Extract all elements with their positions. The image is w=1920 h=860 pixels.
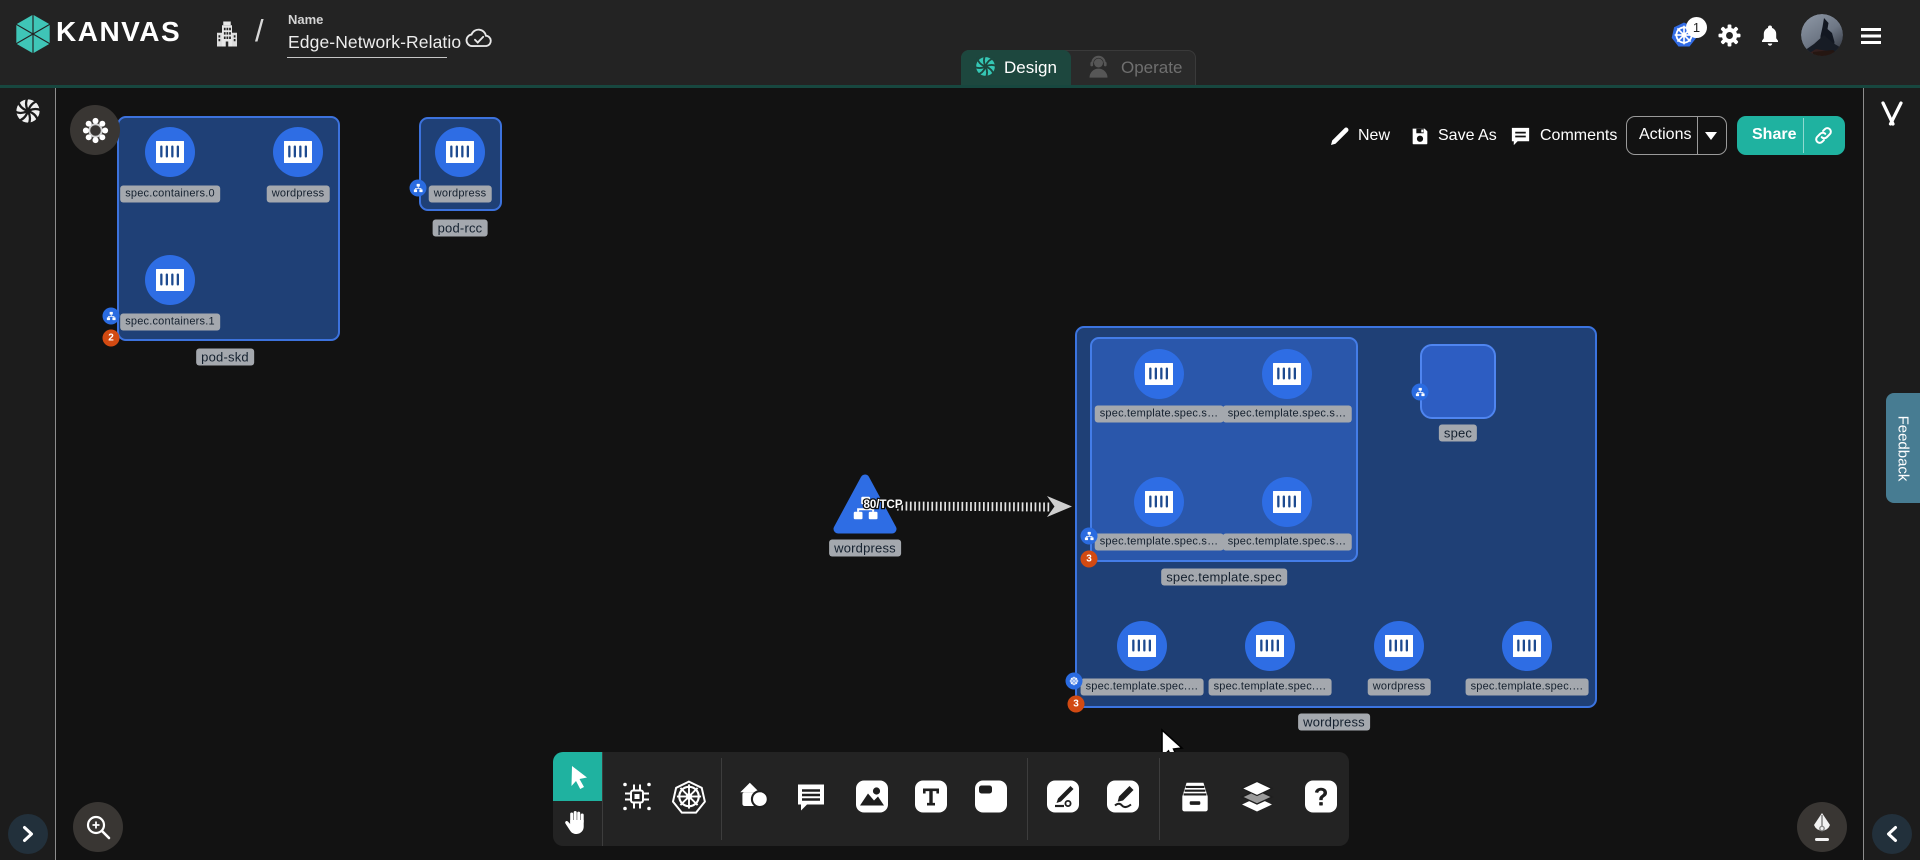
svg-text:80/TCP: 80/TCP	[864, 499, 903, 511]
